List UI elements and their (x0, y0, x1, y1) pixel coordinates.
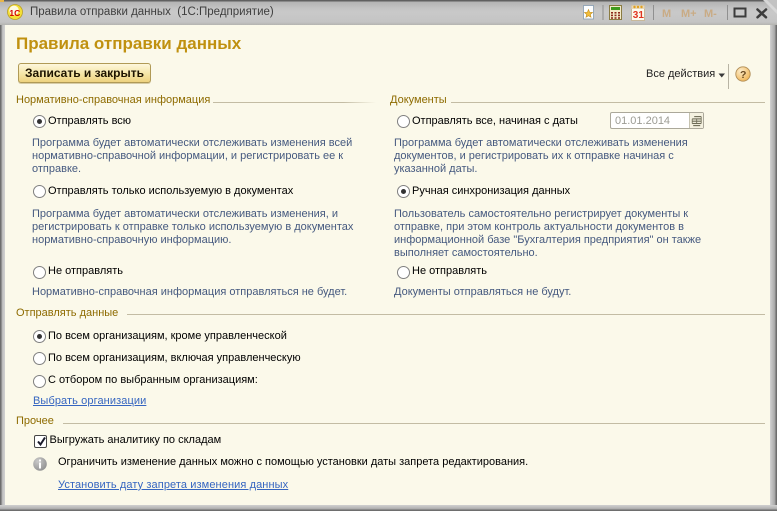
svg-text:31: 31 (633, 10, 645, 21)
svg-text:М-: М- (704, 8, 717, 20)
svg-text:?: ? (740, 69, 746, 81)
svg-text:М: М (662, 8, 671, 20)
svg-text:1C: 1C (9, 8, 20, 18)
svg-text:М+: М+ (681, 8, 697, 20)
